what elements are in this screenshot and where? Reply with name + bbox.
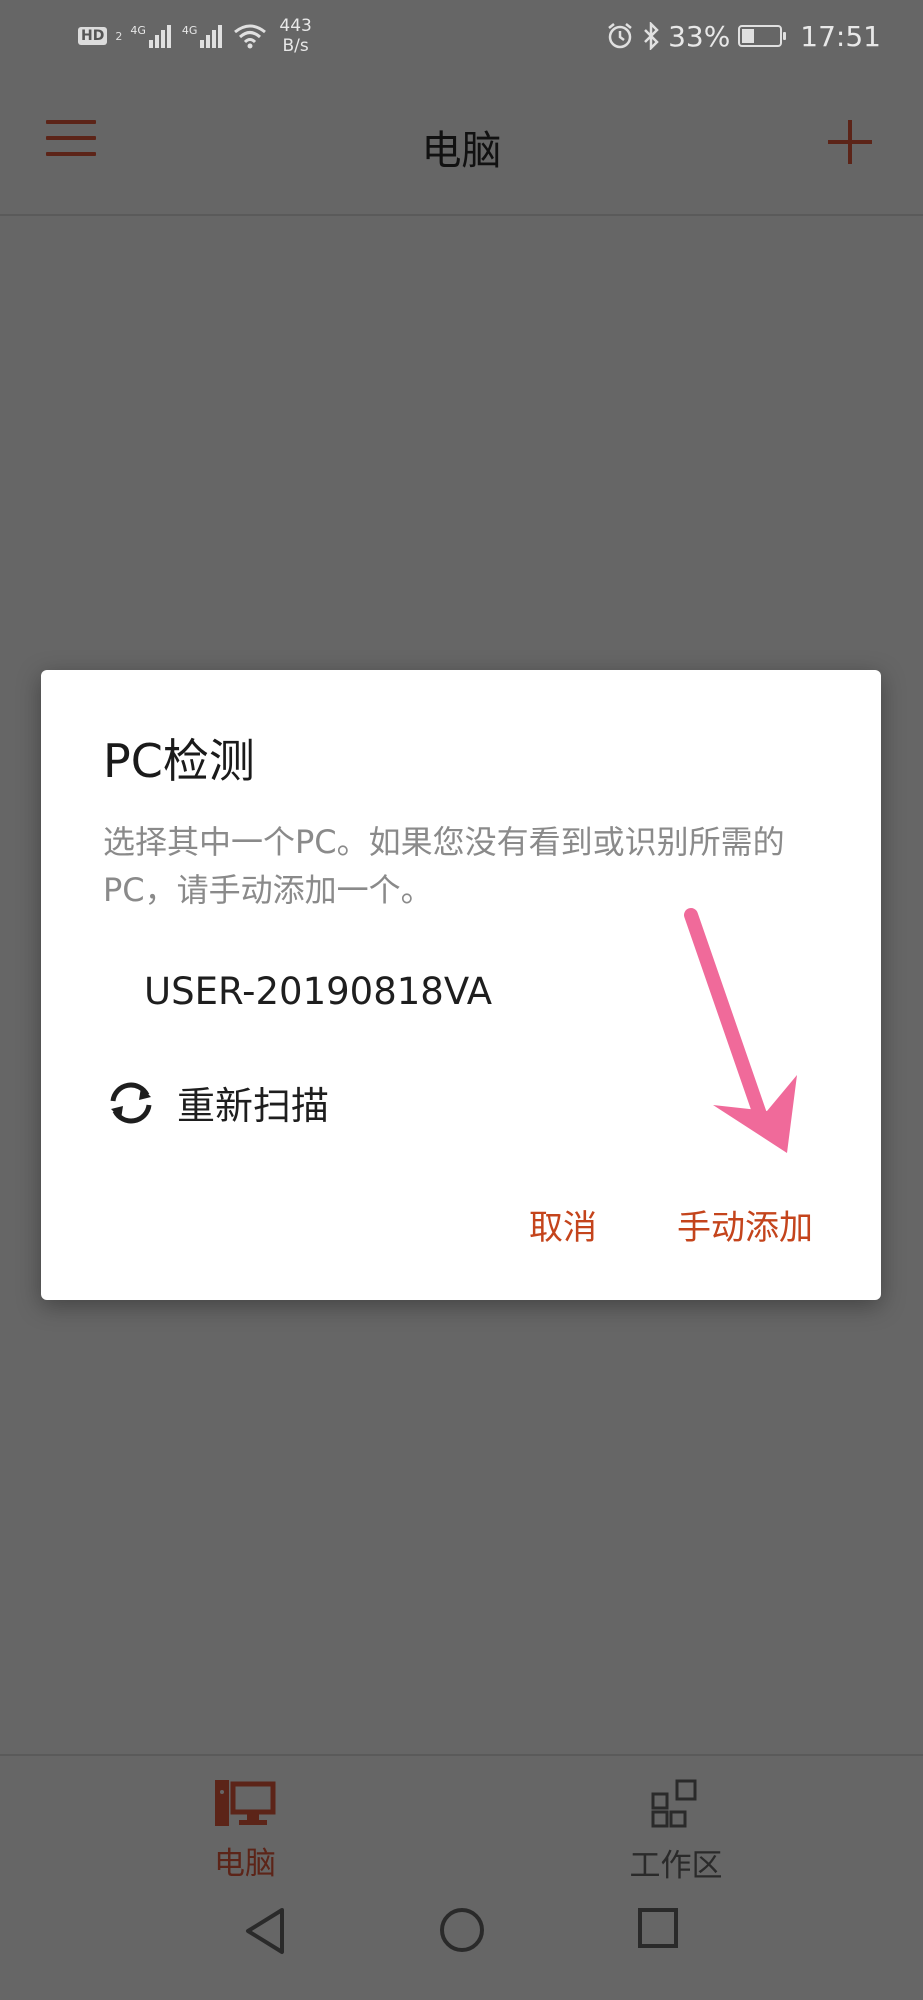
dialog-message: 选择其中一个PC。如果您没有看到或识别所需的PC，请手动添加一个。 — [103, 823, 785, 909]
signal-icon-2: 4G — [182, 24, 226, 48]
rescan-button[interactable]: 重新扫描 — [103, 1075, 329, 1130]
net-speed-unit: B/s — [282, 36, 309, 56]
battery-percent: 33% — [668, 19, 731, 53]
status-bar: HD 2 4G 4G 443 B/s 33% 17:51 — [0, 0, 923, 72]
alarm-icon — [608, 23, 632, 49]
home-circle-icon[interactable] — [438, 1906, 486, 1954]
status-right: 33% 17:51 — [606, 14, 881, 58]
dialog-title: PC检测 — [103, 734, 255, 788]
net-speed: 443 B/s — [279, 16, 311, 56]
system-nav-bar — [0, 1876, 923, 2000]
nav-item-pc[interactable]: 电脑 — [145, 1778, 345, 1883]
status-left: HD 2 4G 4G 443 B/s — [78, 14, 312, 58]
status-time: 17:51 — [800, 19, 881, 53]
back-triangle-icon[interactable] — [242, 1906, 288, 1956]
add-icon[interactable] — [826, 118, 874, 166]
annotation-arrow-icon — [684, 908, 797, 1153]
hd-sub-label: 2 — [115, 29, 123, 43]
app-bar: 电脑 — [0, 72, 923, 216]
wifi-icon — [234, 24, 267, 49]
manual-add-button[interactable]: 手动添加 — [677, 1200, 813, 1249]
hd-icon: HD — [78, 27, 108, 45]
pc-list-item[interactable]: USER-20190818VA — [144, 970, 492, 1013]
net-speed-value: 443 — [279, 16, 312, 36]
rescan-label: 重新扫描 — [177, 1084, 330, 1128]
workspace-grid-icon — [651, 1779, 697, 1828]
battery-fill — [742, 29, 755, 43]
page-title: 电脑 — [421, 128, 502, 174]
computer-icon — [215, 1780, 276, 1826]
battery-icon — [738, 25, 787, 47]
signal-icon: 4G — [130, 24, 174, 48]
sim2-label: 4G — [181, 24, 198, 37]
sim1-label: 4G — [130, 24, 146, 37]
cancel-button[interactable]: 取消 — [529, 1200, 597, 1249]
bottom-nav: 电脑 工作区 — [0, 1754, 923, 1884]
pc-detection-dialog: PC检测 选择其中一个PC。如果您没有看到或识别所需的PC，请手动添加一个。 U… — [41, 670, 881, 1300]
bluetooth-icon — [644, 22, 659, 50]
nav-item-workspace[interactable]: 工作区 — [576, 1778, 776, 1885]
refresh-icon — [110, 1082, 152, 1123]
recents-square-icon[interactable] — [636, 1906, 680, 1950]
